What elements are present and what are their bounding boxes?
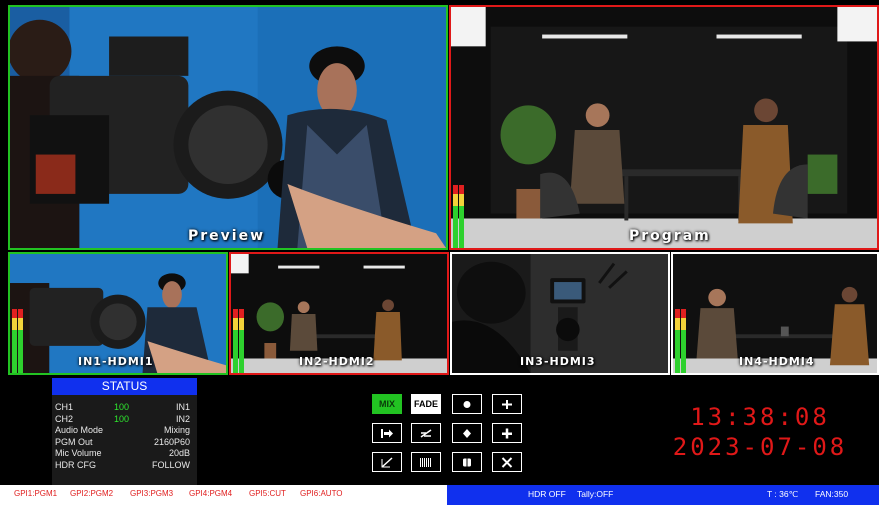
status-row-value: 2160P60 xyxy=(153,436,190,447)
status-row-value: 20dB xyxy=(168,448,190,458)
input-view-in4[interactable]: IN4-HDMI4 xyxy=(671,252,879,375)
clock-time: 13:38:08 xyxy=(690,403,830,431)
input-view-in3[interactable]: IN3-HDMI3 xyxy=(450,252,670,375)
program-image xyxy=(451,7,877,248)
status-row-value: FOLLOW xyxy=(151,459,190,470)
status-rows: CH1 100 IN1 CH2 100 IN2 Audio Mode Mixing PGM… xyxy=(52,395,197,471)
circle-wipe-icon[interactable] xyxy=(452,394,482,414)
fade-button[interactable]: FADE xyxy=(411,394,441,414)
temperature-status: T : 36℃ xyxy=(767,489,799,499)
status-row-hdr-cfg: HDR CFG FOLLOW xyxy=(52,460,197,472)
x-wipe-icon[interactable] xyxy=(492,452,522,472)
status-row-name: Mic Volume xyxy=(55,448,102,458)
status-title: STATUS xyxy=(52,378,197,395)
status-row-ch2: CH2 100 IN2 xyxy=(52,414,197,426)
input-1-label: IN1-HDMI1 xyxy=(78,355,154,368)
status-row-level: 100 xyxy=(114,402,130,412)
gpi-item: GPI4:PGM4 xyxy=(189,489,233,498)
preview-label: Preview xyxy=(188,228,266,244)
mix-button[interactable]: MIX xyxy=(372,394,402,414)
gpi-item: GPI3:PGM3 xyxy=(130,489,174,498)
status-row-mic-volume: Mic Volume 20dB xyxy=(52,448,197,460)
push-right-icon[interactable] xyxy=(372,423,402,443)
status-row-ch1: CH1 100 IN1 xyxy=(52,402,197,414)
status-row-audio-mode: Audio Mode Mixing xyxy=(52,425,197,437)
status-row-name: CH1 xyxy=(55,402,74,412)
input-2-label: IN2-HDMI2 xyxy=(299,355,375,368)
slide-left-icon[interactable] xyxy=(411,423,441,443)
status-panel: STATUS CH1 100 IN1 CH2 100 IN2 Audio Mode Mix… xyxy=(52,378,197,485)
program-audio-meter xyxy=(453,185,464,248)
tally-status: Tally:OFF xyxy=(577,489,614,499)
gpi-item: GPI1:PGM1 xyxy=(14,489,58,498)
status-row-name: Audio Mode xyxy=(55,425,104,435)
input-1-audio-meter xyxy=(12,309,23,373)
diamond-wipe-icon[interactable] xyxy=(452,423,482,443)
input-3-label: IN3-HDMI3 xyxy=(520,355,596,368)
system-status-bar: HDR OFF Tally:OFF T : 36℃ FAN:350 xyxy=(447,485,879,505)
preview-image xyxy=(10,7,446,248)
status-row-pgm-out: PGM Out 2160P60 xyxy=(52,437,197,449)
status-row-value: IN2 xyxy=(175,413,190,424)
gpi-item: GPI2:PGM2 xyxy=(70,489,114,498)
status-row-name: HDR CFG xyxy=(55,459,96,470)
status-row-name: CH2 xyxy=(55,413,74,424)
input-2-audio-meter xyxy=(233,309,244,373)
input-view-in2[interactable]: IN2-HDMI2 xyxy=(229,252,449,375)
clock-date: 2023-07-08 xyxy=(672,433,848,461)
gpi-item: GPI5:CUT xyxy=(249,489,286,498)
diagonal-wipe-icon[interactable] xyxy=(372,452,402,472)
status-row-level: 100 xyxy=(114,413,130,424)
fan-status: FAN:350 xyxy=(815,489,849,499)
square-wipe-icon[interactable] xyxy=(452,452,482,472)
plus-wipe-icon[interactable] xyxy=(492,423,522,443)
cross-wipe-icon[interactable] xyxy=(492,394,522,414)
preview-view[interactable]: Preview xyxy=(8,5,448,250)
status-row-value: Mixing xyxy=(163,425,190,435)
blinds-icon[interactable] xyxy=(411,452,441,472)
status-row-name: PGM Out xyxy=(55,436,93,447)
input-4-label: IN4-HDMI4 xyxy=(739,355,815,368)
gpi-bar: GPI1:PGM1 GPI2:PGM2 GPI3:PGM3 GPI4:PGM4 … xyxy=(0,485,447,505)
program-label: Program xyxy=(629,228,711,244)
hdr-status: HDR OFF xyxy=(528,489,566,499)
gpi-item: GPI6:AUTO xyxy=(300,489,343,498)
status-row-value: IN1 xyxy=(175,402,190,412)
input-view-in1[interactable]: IN1-HDMI1 xyxy=(8,252,228,375)
input-4-audio-meter xyxy=(675,309,686,373)
program-view[interactable]: Program xyxy=(449,5,879,250)
